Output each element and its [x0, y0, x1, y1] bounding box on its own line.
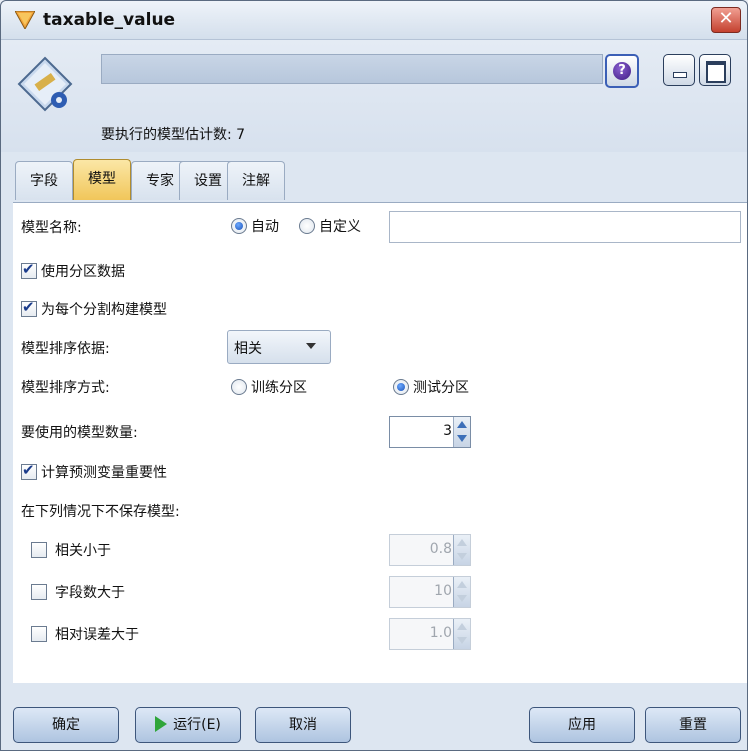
use-partition-checkbox[interactable] [21, 260, 37, 279]
window-title: taxable_value [43, 10, 176, 30]
minimize-button[interactable] [663, 54, 695, 86]
model-name-auto-radio[interactable] [231, 218, 247, 234]
discard-relative-error-label: 相对误差大于 [55, 627, 139, 643]
model-node-icon [17, 56, 73, 112]
close-button[interactable]: ✕ [711, 7, 741, 33]
discard-correlation-label: 相关小于 [55, 543, 111, 559]
rank-by-dropdown[interactable]: 相关 [227, 330, 331, 364]
stepper-down-icon[interactable] [457, 435, 467, 442]
rank-test-label: 测试分区 [413, 380, 469, 396]
minimize-icon [673, 72, 687, 78]
button-bar: 确定 运行(E) 取消 应用 重置 [1, 683, 747, 750]
discard-relative-error-value: 1.0 [429, 625, 452, 641]
model-tab-panel: 模型名称: 自动 自定义 使用分区数据 为每个分割构建模型 模型排序依据: 相关… [13, 202, 747, 683]
help-icon: ? [613, 62, 631, 80]
chevron-down-icon [306, 343, 316, 349]
rank-train-radio[interactable] [231, 379, 247, 395]
num-models-label: 要使用的模型数量: [21, 425, 138, 441]
stepper-arrows[interactable] [453, 417, 470, 447]
model-name-label: 模型名称: [21, 220, 82, 236]
discard-fields-checkbox[interactable] [31, 584, 47, 600]
build-per-split-checkbox[interactable] [21, 298, 37, 317]
rank-using-label: 模型排序方式: [21, 380, 110, 396]
node-name-bar [101, 54, 603, 84]
stepper-down-icon[interactable] [457, 553, 467, 560]
stepper-arrows[interactable] [453, 619, 470, 649]
stepper-up-icon[interactable] [457, 623, 467, 630]
predictor-importance-checkbox[interactable] [21, 461, 37, 480]
node-header: ? 要执行的模型估计数: 7 [1, 40, 747, 152]
cancel-button[interactable]: 取消 [255, 707, 351, 743]
close-icon: ✕ [718, 8, 734, 29]
maximize-button[interactable] [699, 54, 731, 86]
maximize-icon [706, 61, 726, 83]
discard-fields-label: 字段数大于 [55, 585, 125, 601]
apply-button[interactable]: 应用 [529, 707, 635, 743]
reset-button[interactable]: 重置 [645, 707, 741, 743]
help-button[interactable]: ? [605, 54, 639, 88]
stepper-up-icon[interactable] [457, 581, 467, 588]
tab-fields[interactable]: 字段 [15, 161, 73, 200]
stepper-arrows[interactable] [453, 577, 470, 607]
model-name-custom-label: 自定义 [319, 219, 361, 235]
run-button-label: 运行(E) [173, 717, 221, 733]
stepper-down-icon[interactable] [457, 637, 467, 644]
rank-train-label: 训练分区 [251, 380, 307, 396]
model-name-input[interactable] [389, 211, 741, 243]
node-diamond-icon [15, 11, 35, 29]
ok-button[interactable]: 确定 [13, 707, 119, 743]
rank-by-value: 相关 [234, 341, 262, 357]
build-per-split-label: 为每个分割构建模型 [41, 302, 167, 318]
discard-label: 在下列情况下不保存模型: [21, 504, 180, 520]
stepper-up-icon[interactable] [457, 539, 467, 546]
discard-relative-error-stepper[interactable]: 1.0 [389, 618, 471, 650]
discard-correlation-checkbox[interactable] [31, 542, 47, 558]
dialog-window: taxable_value ✕ ? 要执行的模型估计数: 7 字段 模型 专家 … [0, 0, 748, 751]
discard-correlation-value: 0.8 [429, 541, 452, 557]
title-bar[interactable]: taxable_value ✕ [1, 1, 747, 40]
stepper-down-icon[interactable] [457, 595, 467, 602]
use-partition-label: 使用分区数据 [41, 264, 125, 280]
tab-model[interactable]: 模型 [73, 159, 131, 200]
predictor-importance-label: 计算预测变量重要性 [41, 465, 167, 481]
model-count-label: 要执行的模型估计数: 7 [101, 127, 246, 143]
stepper-up-icon[interactable] [457, 421, 467, 428]
rank-by-label: 模型排序依据: [21, 341, 110, 357]
stepper-arrows[interactable] [453, 535, 470, 565]
discard-fields-stepper[interactable]: 10 [389, 576, 471, 608]
run-button[interactable]: 运行(E) [135, 707, 241, 743]
rank-test-radio[interactable] [393, 379, 409, 395]
discard-fields-value: 10 [434, 583, 452, 599]
discard-relative-error-checkbox[interactable] [31, 626, 47, 642]
play-icon [155, 715, 168, 732]
model-name-auto-label: 自动 [251, 219, 279, 235]
discard-correlation-stepper[interactable]: 0.8 [389, 534, 471, 566]
model-name-custom-radio[interactable] [299, 218, 315, 234]
tab-annotations[interactable]: 注解 [227, 161, 285, 200]
num-models-stepper[interactable]: 3 [389, 416, 471, 448]
num-models-value: 3 [443, 423, 452, 439]
